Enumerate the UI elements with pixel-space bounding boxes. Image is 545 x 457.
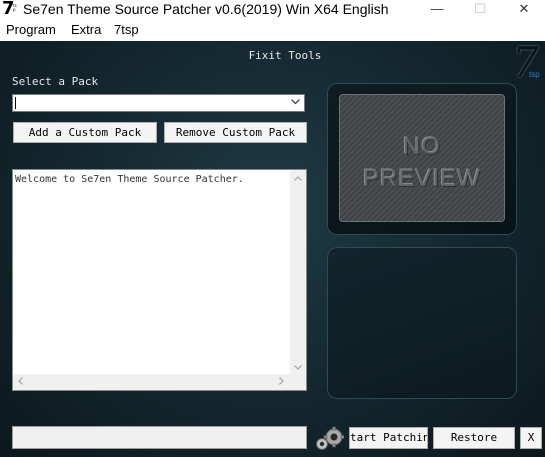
- main-panel: Fixit Tools 7 tsp Select a Pack Add a Cu…: [0, 41, 545, 457]
- chevron-down-icon[interactable]: [291, 99, 300, 105]
- scrollbar-corner: [290, 374, 306, 390]
- remove-custom-pack-button[interactable]: Remove Custom Pack: [164, 122, 307, 143]
- app-icon-tsp: tsp: [13, 3, 17, 12]
- start-patching-button[interactable]: tart Patchin: [349, 427, 428, 449]
- vertical-scrollbar[interactable]: [290, 170, 306, 374]
- scroll-down-icon[interactable]: [294, 362, 302, 372]
- text-caret: [15, 97, 16, 109]
- menu-7tsp[interactable]: 7tsp: [114, 22, 139, 38]
- gears-icon: [316, 426, 344, 450]
- menu-program[interactable]: Program: [6, 22, 56, 38]
- close-button[interactable]: ✕: [501, 0, 545, 20]
- add-custom-pack-button[interactable]: Add a Custom Pack: [13, 122, 157, 143]
- no-preview-image: NO PREVIEW: [339, 94, 505, 222]
- pack-dropdown[interactable]: [12, 94, 305, 112]
- fixit-tools-heading: Fixit Tools: [248, 49, 322, 62]
- no-preview-line1: NO: [403, 133, 441, 160]
- maximize-button[interactable]: ☐: [457, 0, 503, 20]
- no-preview-line2: PREVIEW: [363, 165, 481, 192]
- info-panel: [327, 247, 517, 399]
- select-pack-label: Select a Pack: [12, 75, 99, 88]
- log-textarea[interactable]: Welcome to Se7en Theme Source Patcher.: [12, 169, 307, 391]
- minimize-button[interactable]: —: [414, 0, 460, 20]
- logo-tsp: tsp: [529, 70, 540, 79]
- menu-extra[interactable]: Extra: [71, 22, 101, 38]
- progress-bar: [12, 426, 307, 449]
- title-bar[interactable]: 7 tsp Se7en Theme Source Patcher v0.6(20…: [0, 0, 545, 20]
- scroll-right-icon[interactable]: [279, 377, 284, 387]
- log-message: Welcome to Se7en Theme Source Patcher.: [15, 174, 244, 185]
- preview-frame: NO PREVIEW: [327, 83, 517, 235]
- scroll-left-icon[interactable]: [18, 377, 23, 387]
- horizontal-scrollbar[interactable]: [13, 374, 290, 390]
- restore-button[interactable]: Restore: [433, 427, 515, 449]
- scroll-up-icon[interactable]: [294, 173, 302, 183]
- app-icon: 7 tsp: [2, 0, 20, 19]
- window-title: Se7en Theme Source Patcher v0.6(2019) Wi…: [23, 1, 389, 17]
- menu-bar: Program Extra 7tsp: [0, 20, 545, 40]
- exit-button[interactable]: X: [520, 427, 542, 449]
